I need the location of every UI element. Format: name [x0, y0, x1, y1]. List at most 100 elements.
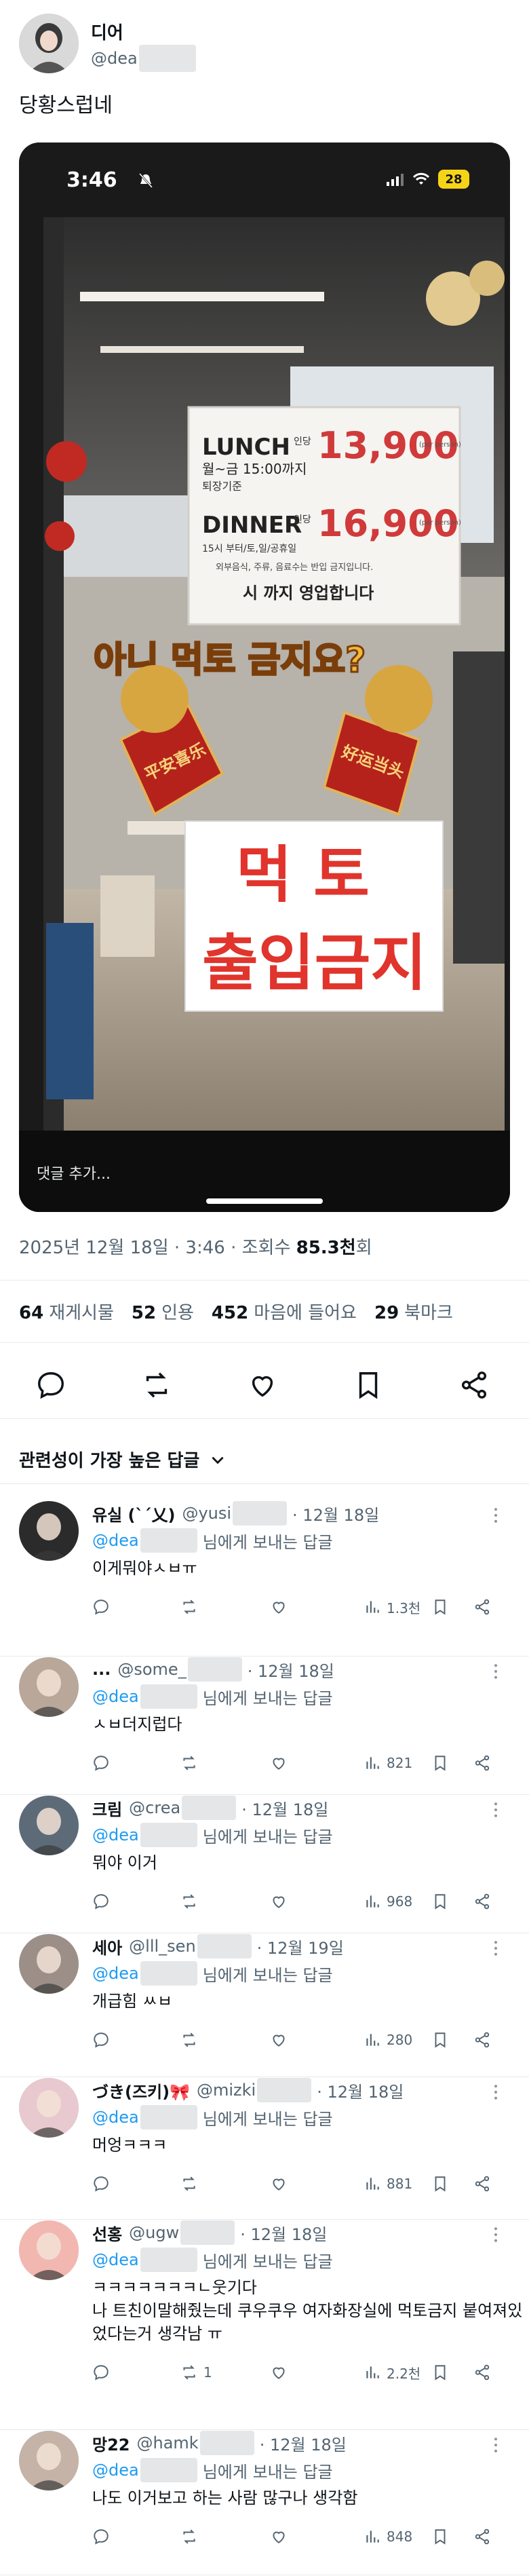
reply-share-button[interactable] — [473, 2028, 491, 2052]
reply-like-button[interactable] — [270, 1889, 288, 1914]
reply-views-button[interactable]: 848 — [364, 2524, 412, 2549]
reply-avatar[interactable] — [19, 1657, 79, 1717]
reply-author-name[interactable]: 선홍 — [92, 2221, 122, 2245]
reply-date[interactable]: · 12월 18일 — [241, 1796, 328, 1820]
reply-author-name[interactable]: ... — [92, 1660, 111, 1679]
share-button[interactable] — [458, 1369, 490, 1401]
more-options-icon[interactable] — [486, 2082, 506, 2102]
reply-repost-button[interactable] — [180, 2524, 203, 2549]
reply-views-button[interactable]: 1.3천 — [364, 1595, 420, 1619]
reply-author-name[interactable]: 크림 — [92, 1796, 122, 1820]
reply-share-button[interactable] — [473, 1595, 491, 1619]
reply-share-button[interactable] — [473, 1889, 491, 1914]
reply-author-name[interactable]: づき(즈키)🎀 — [92, 2079, 190, 2102]
more-options-icon[interactable] — [486, 1505, 506, 1526]
reply-share-button[interactable] — [473, 2524, 491, 2549]
reply-comment-button[interactable] — [92, 2028, 115, 2052]
author-name[interactable]: 디어 — [91, 19, 123, 44]
mention-link[interactable]: @dea — [92, 1825, 139, 1844]
reply-bookmark-button[interactable] — [431, 2360, 449, 2385]
reply-bookmark-button[interactable] — [431, 2172, 449, 2196]
reply-like-button[interactable] — [270, 2360, 288, 2385]
reply-bookmark-button[interactable] — [431, 2524, 449, 2549]
more-options-icon[interactable] — [486, 1938, 506, 1958]
reply-sort-dropdown[interactable]: 관련성이 가장 높은 답글 — [19, 1447, 227, 1472]
more-options-icon[interactable] — [486, 1661, 506, 1682]
reply-comment-button[interactable] — [92, 2360, 115, 2385]
reply-avatar[interactable] — [19, 1501, 79, 1561]
reply-bookmark-button[interactable] — [431, 1595, 449, 1619]
reply-date[interactable]: · 12월 18일 — [292, 1502, 379, 1526]
reply-like-button[interactable] — [270, 2524, 288, 2549]
reply-item[interactable]: 크림 @crea · 12월 18일 @dea님에게 보내는 답글 뭐야 이거 — [0, 1796, 529, 1934]
reply-author-name[interactable]: 세아 — [92, 1935, 122, 1958]
reply-author-handle[interactable]: @crea — [129, 1798, 180, 1817]
reply-author-name[interactable]: 망22 — [92, 2431, 130, 2455]
reply-repost-button[interactable] — [180, 1751, 203, 1775]
reply-bookmark-button[interactable] — [431, 1751, 449, 1775]
reply-avatar[interactable] — [19, 1796, 79, 1855]
reply-bookmark-button[interactable] — [431, 2028, 449, 2052]
more-options-icon[interactable] — [486, 1800, 506, 1820]
reply-share-button[interactable] — [473, 1751, 491, 1775]
stat-likes[interactable]: 452 마음에 들어요 — [212, 1299, 357, 1324]
more-options-icon[interactable] — [486, 2435, 506, 2455]
reply-comment-button[interactable] — [92, 2524, 115, 2549]
reply-views-button[interactable]: 968 — [364, 1889, 412, 1914]
reply-like-button[interactable] — [270, 1595, 288, 1619]
reply-avatar[interactable] — [19, 2431, 79, 2490]
tweet-media[interactable]: LUNCH 인당 13,900 (per person) 월~금 15:00까지… — [19, 143, 510, 1212]
mention-link[interactable]: @dea — [92, 2461, 139, 2480]
reply-views-button[interactable]: 881 — [364, 2172, 412, 2196]
reply-date[interactable]: · 12월 18일 — [248, 1658, 334, 1682]
reply-avatar[interactable] — [19, 2220, 79, 2280]
reply-views-button[interactable]: 2.2천 — [364, 2360, 420, 2385]
reply-comment-button[interactable] — [92, 1595, 115, 1619]
mention-link[interactable]: @dea — [92, 1964, 139, 1983]
reply-item[interactable]: 선홍 @ugw · 12월 18일 @dea 님에게 보내는 답글 ㅋㅋㅋㅋㅋㅋㅋ… — [0, 2220, 529, 2431]
reply-like-button[interactable] — [270, 2028, 288, 2052]
mention-link[interactable]: @dea — [92, 1531, 139, 1550]
repost-button[interactable] — [141, 1369, 172, 1401]
reply-author-handle[interactable]: @hamk — [136, 2433, 198, 2452]
stat-quotes[interactable]: 52 인용 — [132, 1299, 194, 1324]
reply-date[interactable]: · 12월 18일 — [260, 2431, 347, 2455]
mention-link[interactable]: @dea — [92, 1687, 139, 1706]
reply-bookmark-button[interactable] — [431, 1889, 449, 1914]
author-avatar[interactable] — [19, 14, 79, 73]
reply-date[interactable]: · 12월 19일 — [257, 1935, 344, 1958]
reply-comment-button[interactable] — [92, 2172, 115, 2196]
reply-share-button[interactable] — [473, 2360, 491, 2385]
reply-repost-button[interactable] — [180, 1889, 203, 1914]
reply-author-handle[interactable]: @ugw — [129, 2223, 179, 2242]
reply-comment-button[interactable] — [92, 1889, 115, 1914]
story-reply-placeholder[interactable]: 댓글 추가... — [37, 1162, 111, 1183]
reply-share-button[interactable] — [473, 2172, 491, 2196]
reply-date[interactable]: · 12월 18일 — [317, 2079, 404, 2102]
reply-date[interactable]: · 12월 18일 — [240, 2221, 327, 2245]
author-handle[interactable]: @dea — [91, 45, 196, 72]
reply-item[interactable]: 세아 @lll_sen · 12월 19일 @dea 님에게 보내는 답글 개급힘… — [0, 1934, 529, 2078]
bookmark-button[interactable] — [353, 1369, 384, 1401]
reply-views-button[interactable]: 280 — [364, 2028, 412, 2052]
reply-comment-button[interactable] — [92, 1751, 115, 1775]
reply-button[interactable] — [35, 1369, 66, 1401]
reply-avatar[interactable] — [19, 1934, 79, 1994]
more-options-icon[interactable] — [486, 2224, 506, 2245]
reply-item[interactable]: づき(즈키)🎀 @mizki · 12월 18일 @dea 님에게 보내는 답글 … — [0, 2078, 529, 2220]
stat-reposts[interactable]: 64 재게시물 — [19, 1299, 114, 1324]
reply-item[interactable]: 망22 @hamk · 12월 18일 @dea 님에게 보내는 답글 나도 이거… — [0, 2431, 529, 2576]
reply-repost-button[interactable] — [180, 2028, 203, 2052]
reply-item[interactable]: 유실 (ˋˊ乂) @yusi · 12월 18일 @dea 님에게 보내는 답글 … — [0, 1501, 529, 1657]
stat-bookmarks[interactable]: 29 북마크 — [374, 1299, 453, 1324]
reply-repost-button[interactable] — [180, 1595, 203, 1619]
reply-avatar[interactable] — [19, 2078, 79, 2138]
reply-like-button[interactable] — [270, 1751, 288, 1775]
reply-repost-button[interactable] — [180, 2172, 203, 2196]
reply-author-handle[interactable]: @mizki — [197, 2081, 256, 2100]
mention-link[interactable]: @dea — [92, 2108, 139, 2127]
reply-item[interactable]: ... @some_ · 12월 18일 @dea 님에게 보내는 답글 ㅅㅂ더지… — [0, 1657, 529, 1796]
reply-like-button[interactable] — [270, 2172, 288, 2196]
reply-views-button[interactable]: 821 — [364, 1751, 412, 1775]
reply-author-handle[interactable]: @some_ — [117, 1660, 186, 1679]
